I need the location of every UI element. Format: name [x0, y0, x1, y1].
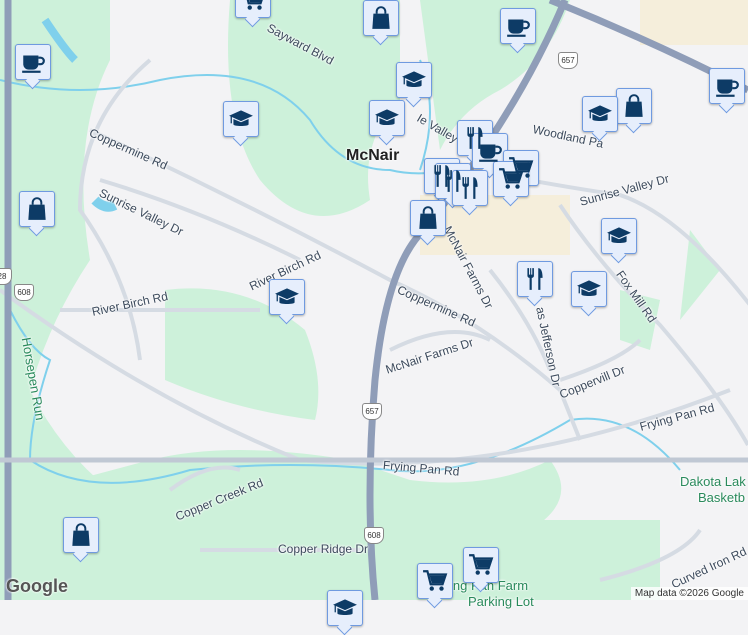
fork-knife-icon — [457, 175, 483, 201]
graduation-cap-icon — [576, 276, 602, 302]
google-logo: Google — [6, 576, 68, 596]
bag-icon — [68, 522, 94, 548]
coffee-icon — [477, 138, 503, 164]
shopping-cart-marker[interactable] — [463, 547, 499, 583]
coffee-icon — [505, 13, 531, 39]
school-marker[interactable] — [571, 271, 607, 307]
route-shield: 657 — [558, 52, 578, 69]
coffee-icon — [20, 49, 46, 75]
school-marker[interactable] — [601, 218, 637, 254]
coffee-marker[interactable] — [472, 133, 508, 169]
restaurant-marker[interactable] — [517, 261, 553, 297]
shopping-bag-marker[interactable] — [616, 88, 652, 124]
road-label: Copper Ridge Dr — [278, 542, 369, 556]
school-marker[interactable] — [396, 62, 432, 98]
route-shield: 608 — [364, 527, 384, 544]
graduation-cap-icon — [587, 101, 613, 127]
bag-icon — [368, 5, 394, 31]
school-marker[interactable] — [223, 101, 259, 137]
shopping-bag-marker[interactable] — [363, 0, 399, 36]
school-marker[interactable] — [369, 100, 405, 136]
coffee-marker[interactable] — [15, 44, 51, 80]
place-label-mcnair: McNair — [346, 147, 400, 164]
school-marker[interactable] — [269, 279, 305, 315]
shopping-bag-marker[interactable] — [19, 191, 55, 227]
shopping-cart-marker[interactable] — [493, 161, 529, 197]
bag-icon — [621, 93, 647, 119]
cart-icon — [422, 568, 448, 594]
coffee-marker[interactable] — [500, 8, 536, 44]
graduation-cap-icon — [332, 595, 358, 621]
cart-icon — [498, 166, 524, 192]
fork-knife-icon — [522, 266, 548, 292]
bag-icon — [24, 196, 50, 222]
cart-icon — [468, 552, 494, 578]
coffee-marker[interactable] — [709, 68, 745, 104]
poi-label: Parking Lot — [468, 594, 534, 609]
cart-icon — [240, 0, 266, 13]
route-shield: 608 — [14, 284, 34, 301]
bag-icon — [415, 205, 441, 231]
shopping-cart-marker[interactable] — [417, 563, 453, 599]
coffee-icon — [714, 73, 740, 99]
graduation-cap-icon — [606, 223, 632, 249]
school-marker[interactable] — [582, 96, 618, 132]
poi-label: Dakota Lak — [680, 474, 746, 489]
graduation-cap-icon — [401, 67, 427, 93]
route-shield: 657 — [362, 403, 382, 420]
graduation-cap-icon — [374, 105, 400, 131]
shopping-bag-marker[interactable] — [410, 200, 446, 236]
restaurant-marker[interactable] — [452, 170, 488, 206]
graduation-cap-icon — [274, 284, 300, 310]
graduation-cap-icon — [228, 106, 254, 132]
map-attribution: Map data ©2026 Google — [630, 587, 748, 600]
school-marker[interactable] — [327, 590, 363, 626]
shopping-bag-marker[interactable] — [63, 517, 99, 553]
shopping-cart-marker[interactable] — [235, 0, 271, 18]
poi-label: Basketb — [698, 490, 745, 505]
